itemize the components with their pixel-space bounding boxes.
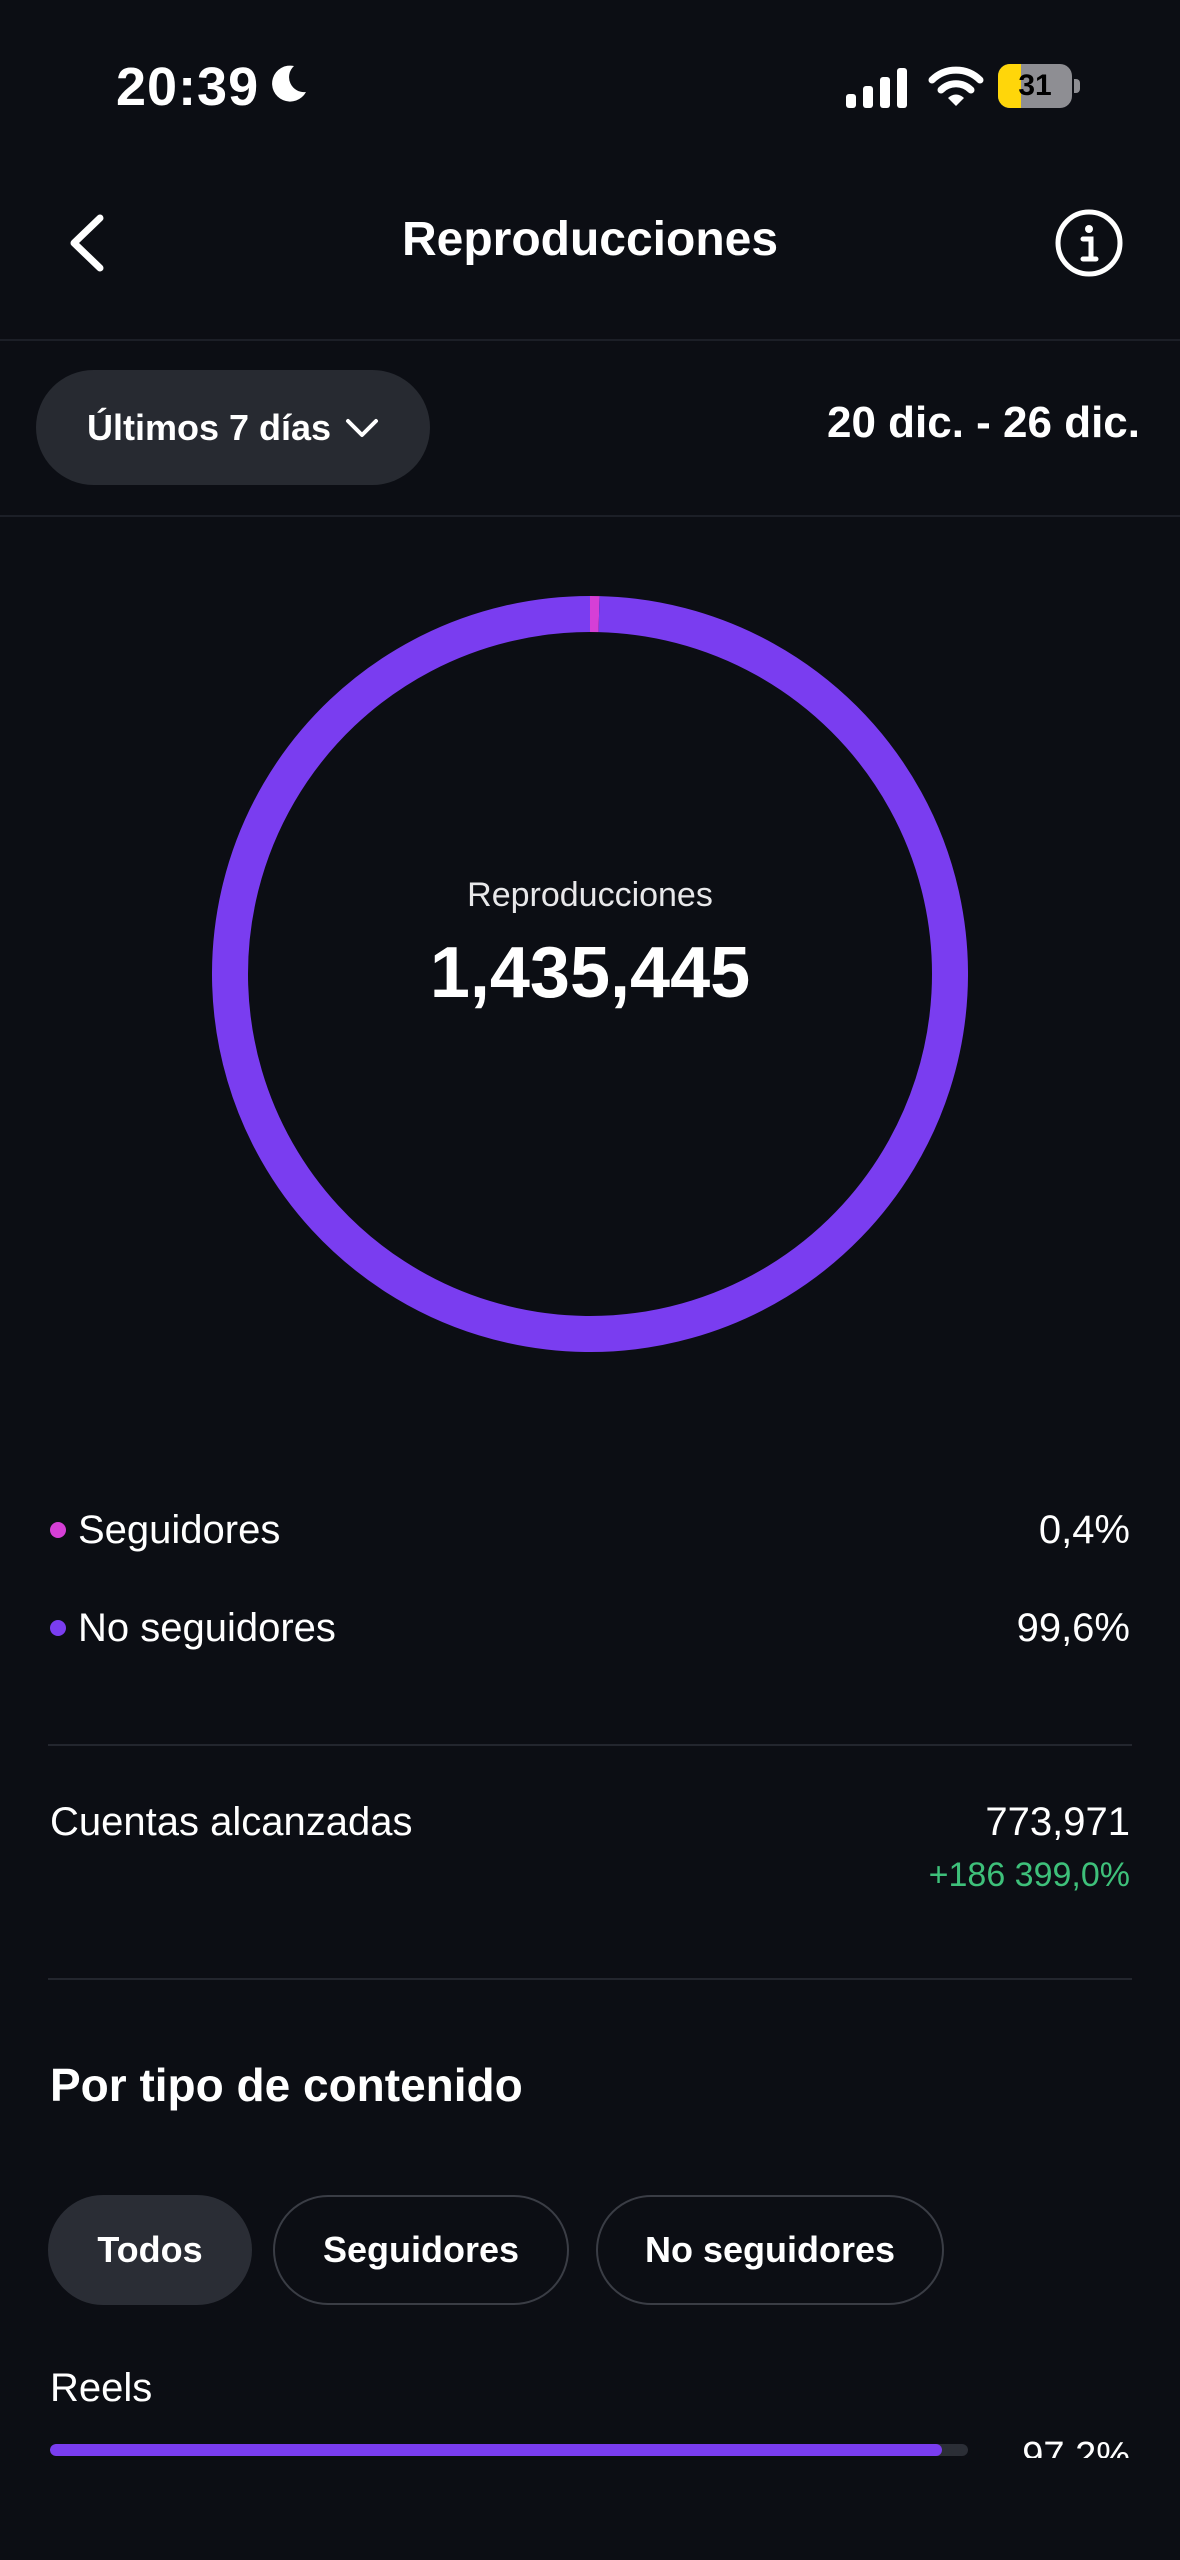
section-divider [48,1978,1132,1980]
date-range-text: 20 dic. - 26 dic. [826,398,1140,447]
legend-item-non-followers: No seguidores 99,6% [50,1598,1130,1658]
chip-all[interactable]: Todos [48,2195,252,2305]
legend-value: 0,4% [1038,1507,1130,1552]
reels-label: Reels [50,2366,153,2410]
reels-progress-bar [50,2444,968,2456]
battery-level: 31 [1018,69,1052,102]
content-type-title: Por tipo de contenido [50,2059,523,2111]
chip-non-followers[interactable]: No seguidores [596,2195,944,2305]
non-followers-dot [50,1620,66,1636]
chevron-down-icon [346,418,379,437]
legend-label: No seguidores [78,1605,336,1650]
legend-item-followers: Seguidores 0,4% [50,1500,1130,1560]
accounts-reached-value: 773,971 [985,1800,1130,1844]
date-range-dropdown[interactable]: Últimos 7 días [36,370,430,485]
reels-percentage: 97,2% [1022,2435,1130,2458]
donut-center-label: Reproducciones [467,876,713,914]
wifi-icon [928,66,984,106]
chip-followers[interactable]: Seguidores [273,2195,569,2305]
info-icon[interactable] [1054,208,1124,278]
filter-divider [0,515,1180,517]
status-time: 20:39 [116,57,260,117]
accounts-reached-label: Cuentas alcanzadas [50,1800,413,1844]
donut-center-value: 1,435,445 [429,933,751,1013]
signal-icon [846,68,907,108]
battery-icon: 31 [998,64,1080,108]
moon-icon [272,65,306,102]
reels-progress-fill [50,2444,943,2456]
page-title: Reproducciones [401,213,779,266]
followers-dot [50,1522,66,1538]
accounts-reached-change: +186 399,0% [928,1856,1130,1894]
date-range-label: Últimos 7 días [86,406,332,448]
legend-label: Seguidores [78,1507,281,1552]
section-divider [48,1744,1132,1746]
legend-value: 99,6% [1016,1605,1130,1650]
header-divider [0,339,1180,341]
